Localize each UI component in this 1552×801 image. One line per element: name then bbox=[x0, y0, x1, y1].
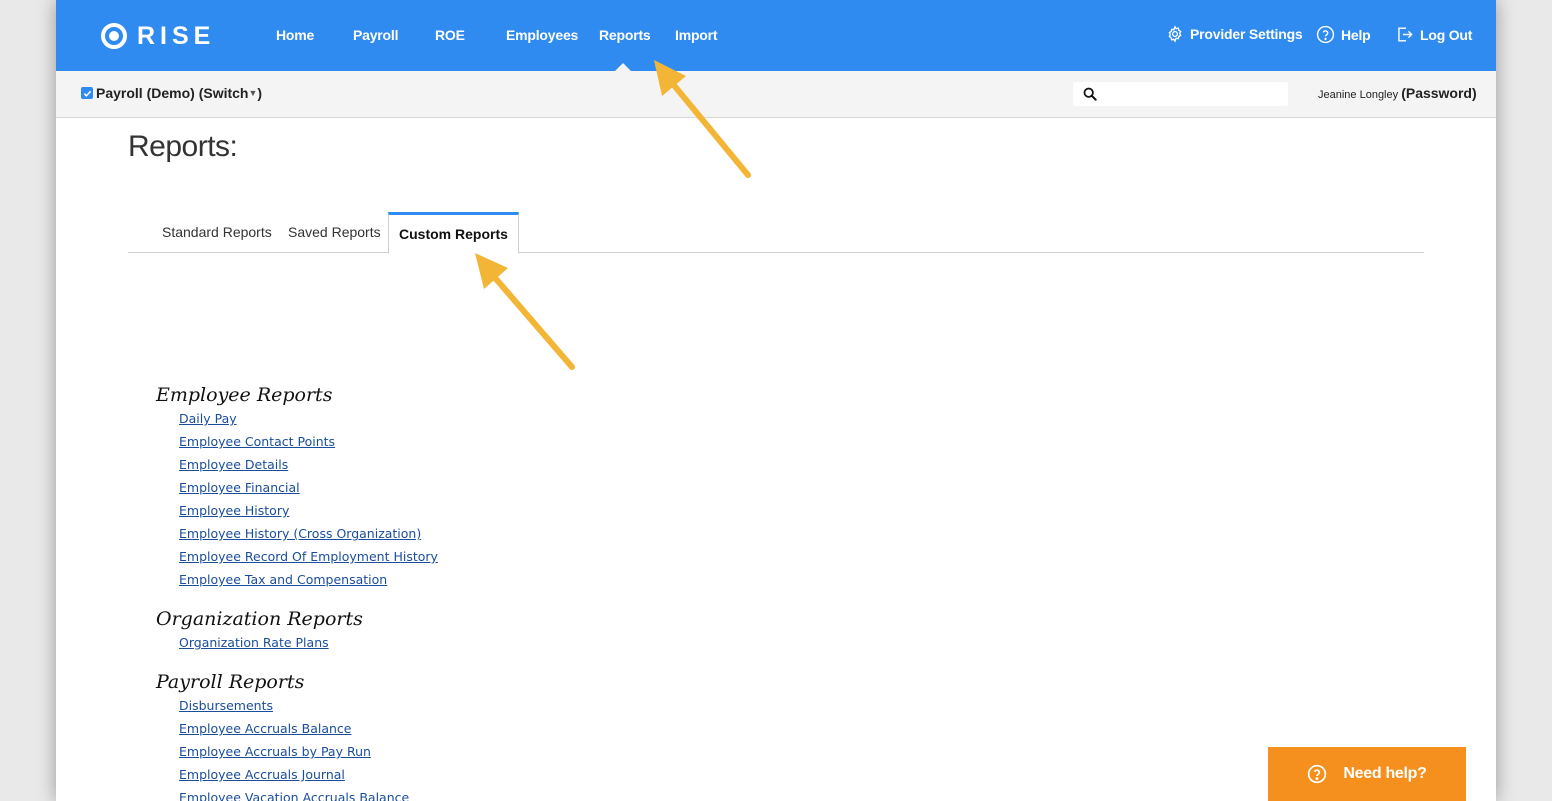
tab-custom-reports[interactable]: Custom Reports bbox=[388, 212, 519, 254]
search-box bbox=[1073, 82, 1288, 106]
org-switch-link[interactable]: (Switch▼) bbox=[199, 85, 262, 101]
report-link-employee-financial[interactable]: Employee Financial bbox=[179, 480, 300, 495]
organization-bar: Payroll (Demo) (Switch▼) Jeanine Longley… bbox=[56, 71, 1496, 118]
gear-icon bbox=[1168, 25, 1182, 43]
report-link-employee-roe-history[interactable]: Employee Record Of Employment History bbox=[179, 549, 438, 564]
report-link-employee-accruals-by-pay-run[interactable]: Employee Accruals by Pay Run bbox=[179, 744, 371, 759]
tab-standard-reports[interactable]: Standard Reports bbox=[152, 212, 282, 253]
report-link-employee-accruals-balance[interactable]: Employee Accruals Balance bbox=[179, 721, 352, 736]
report-link-daily-pay[interactable]: Daily Pay bbox=[179, 411, 237, 426]
report-link-employee-contact-points[interactable]: Employee Contact Points bbox=[179, 434, 335, 449]
need-help-button[interactable]: Need help? bbox=[1268, 747, 1466, 801]
section-heading-employee-reports: Employee Reports bbox=[156, 384, 333, 406]
checkmark-icon bbox=[83, 90, 91, 97]
report-link-disbursements[interactable]: Disbursements bbox=[179, 698, 273, 713]
nav-item-home[interactable]: Home bbox=[276, 27, 314, 43]
section-heading-organization-reports: Organization Reports bbox=[156, 608, 363, 630]
report-link-employee-details[interactable]: Employee Details bbox=[179, 457, 288, 472]
logo-mark-icon bbox=[101, 23, 127, 49]
provider-settings-label: Provider Settings bbox=[1190, 26, 1303, 42]
rise-logo[interactable]: RISE bbox=[101, 21, 216, 50]
nav-item-import[interactable]: Import bbox=[675, 27, 718, 43]
nav-item-employees[interactable]: Employees bbox=[506, 27, 578, 43]
report-link-employee-accruals-journal[interactable]: Employee Accruals Journal bbox=[179, 767, 345, 782]
provider-settings-link[interactable]: Provider Settings bbox=[1166, 25, 1303, 43]
user-area: Jeanine Longley (Password) bbox=[1318, 85, 1477, 101]
help-circle-icon bbox=[1308, 764, 1327, 784]
app-window: RISE Home Payroll ROE Employees Reports … bbox=[56, 0, 1496, 801]
org-switch-close: ) bbox=[257, 85, 263, 101]
org-selector: Payroll (Demo) (Switch▼) bbox=[96, 85, 262, 101]
nav-item-payroll[interactable]: Payroll bbox=[353, 27, 398, 43]
user-name: Jeanine Longley bbox=[1318, 89, 1399, 101]
org-checkbox[interactable] bbox=[81, 87, 93, 99]
help-circle-icon bbox=[1316, 25, 1335, 44]
report-link-employee-history-cross-org[interactable]: Employee History (Cross Organization) bbox=[179, 526, 421, 541]
need-help-label: Need help? bbox=[1343, 765, 1427, 782]
org-switch-label: (Switch bbox=[198, 85, 249, 101]
logout-link[interactable]: Log Out bbox=[1395, 25, 1472, 44]
logo-text: RISE bbox=[137, 21, 216, 50]
report-link-employee-vacation-accruals-balance[interactable]: Employee Vacation Accruals Balance bbox=[179, 790, 409, 801]
page-title: Reports: bbox=[128, 130, 238, 163]
help-link[interactable]: Help bbox=[1316, 25, 1371, 44]
report-link-organization-rate-plans[interactable]: Organization Rate Plans bbox=[179, 635, 329, 650]
org-name: Payroll (Demo) bbox=[96, 85, 195, 101]
report-link-employee-history[interactable]: Employee History bbox=[179, 503, 289, 518]
top-navigation: RISE Home Payroll ROE Employees Reports … bbox=[56, 0, 1496, 71]
logout-icon bbox=[1398, 27, 1413, 42]
tab-saved-reports[interactable]: Saved Reports bbox=[278, 212, 391, 253]
report-tabs: Standard Reports Saved Reports Custom Re… bbox=[128, 212, 1424, 254]
logout-label: Log Out bbox=[1420, 26, 1473, 43]
search-icon bbox=[1083, 87, 1097, 101]
help-label: Help bbox=[1341, 26, 1371, 43]
nav-item-roe[interactable]: ROE bbox=[435, 27, 465, 43]
active-nav-caret bbox=[615, 63, 631, 71]
report-link-employee-tax-compensation[interactable]: Employee Tax and Compensation bbox=[179, 572, 387, 587]
password-link[interactable]: (Password) bbox=[1401, 85, 1476, 101]
section-heading-payroll-reports: Payroll Reports bbox=[156, 671, 305, 693]
nav-item-reports[interactable]: Reports bbox=[599, 27, 651, 43]
search-input[interactable] bbox=[1103, 85, 1281, 103]
